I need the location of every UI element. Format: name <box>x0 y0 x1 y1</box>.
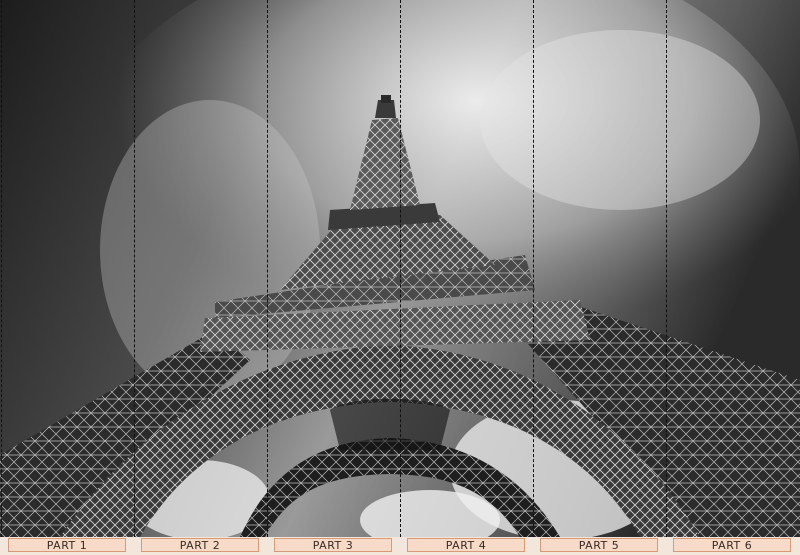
panel-label-6: PART 6 <box>673 538 791 552</box>
panel-divider <box>533 0 534 537</box>
panel-label-5: PART 5 <box>540 538 658 552</box>
panel-label-3: PART 3 <box>274 538 392 552</box>
panel-divider <box>400 0 401 537</box>
panel-divider <box>267 0 268 537</box>
panel-label-2: PART 2 <box>141 538 259 552</box>
panel-divider <box>134 0 135 537</box>
panel-label-strip: PART 1 PART 2 PART 3 PART 4 PART 5 PART … <box>0 537 800 555</box>
panel-divider <box>1 0 2 537</box>
wallpaper-panel-preview: PART 1 PART 2 PART 3 PART 4 PART 5 PART … <box>0 0 800 555</box>
panel-label-1: PART 1 <box>8 538 126 552</box>
panel-divider <box>666 0 667 537</box>
panel-label-4: PART 4 <box>407 538 525 552</box>
